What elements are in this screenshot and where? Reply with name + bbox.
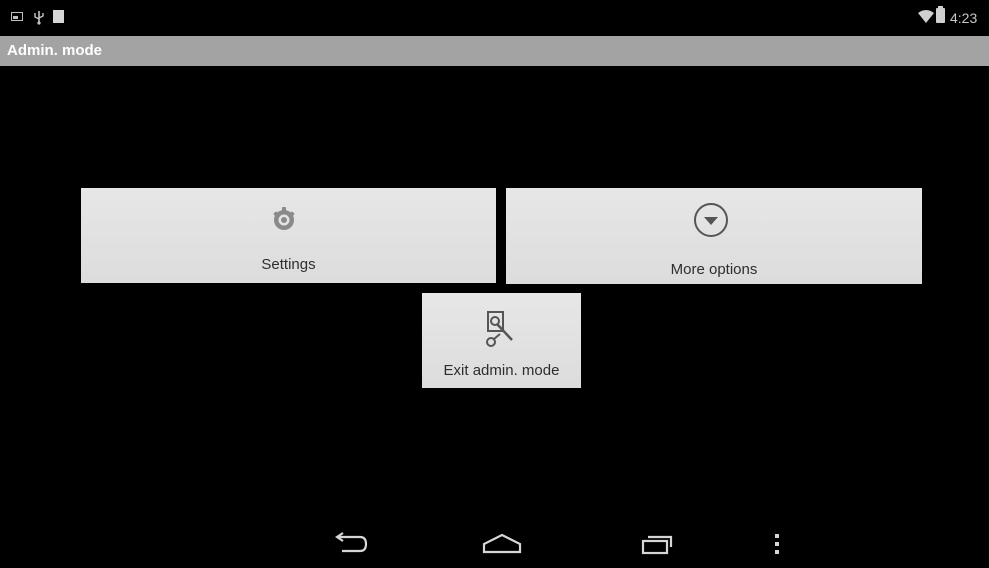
wifi-icon (918, 10, 934, 23)
chevron-down-circle-icon (694, 203, 728, 237)
gear-icon (273, 207, 295, 230)
home-icon (482, 533, 522, 554)
back-button[interactable] (320, 526, 380, 562)
page-title: Admin. mode (7, 42, 103, 59)
title-bar: Admin. mode (0, 36, 989, 66)
settings-button[interactable]: Settings (81, 188, 496, 283)
wrench-icon (486, 311, 513, 347)
navigation-bar (0, 518, 989, 568)
screen: 4:23 Admin. mode Settings More options E… (0, 0, 989, 568)
settings-label: Settings (261, 256, 316, 273)
back-icon (335, 532, 368, 553)
battery-icon (936, 6, 945, 23)
more-options-label: More options (670, 261, 758, 278)
status-time: 4:23 (950, 10, 978, 26)
recents-icon (641, 535, 673, 555)
status-bar: 4:23 (0, 0, 989, 36)
home-button[interactable] (472, 526, 532, 562)
menu-button[interactable] (752, 526, 802, 562)
menu-icon (775, 534, 779, 554)
recents-button[interactable] (627, 526, 687, 562)
screenshot-icon (11, 12, 23, 21)
usb-icon (34, 11, 44, 25)
storage-icon (53, 10, 64, 23)
exit-admin-mode-label: Exit admin. mode (443, 362, 560, 379)
